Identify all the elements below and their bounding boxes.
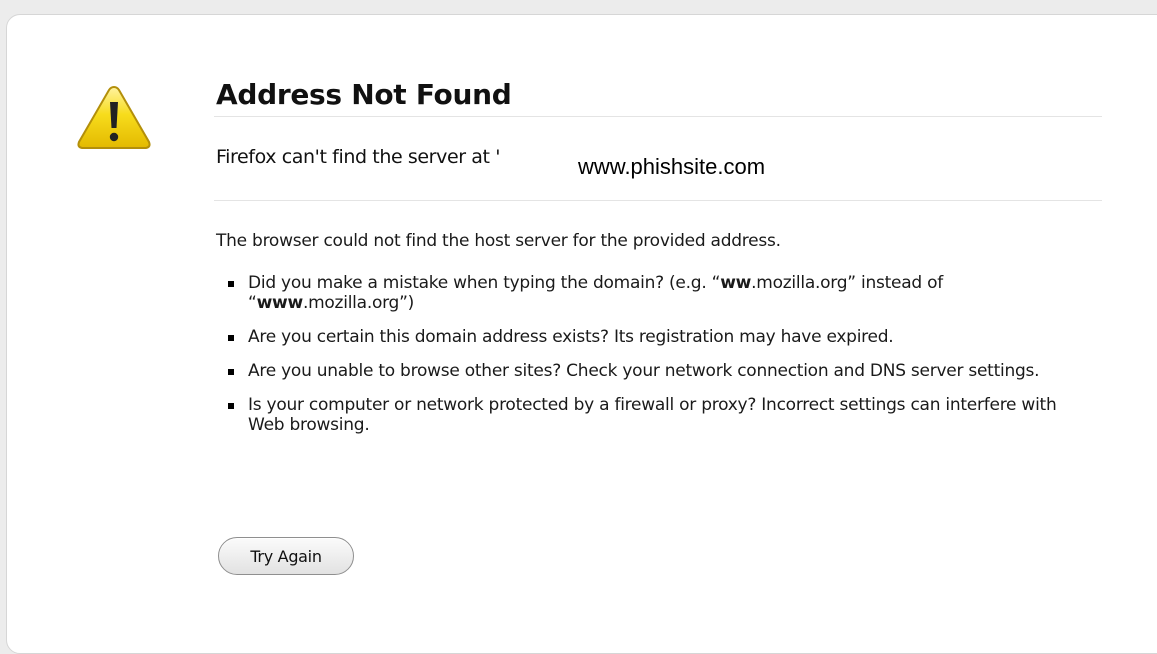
hint-bold-part: ww (720, 273, 752, 293)
hint-text: Are you certain this domain address exis… (248, 327, 894, 347)
list-item: Are you unable to browse other sites? Ch… (216, 361, 1096, 381)
title-divider (214, 116, 1102, 117)
try-again-button[interactable]: Try Again (218, 537, 354, 575)
hint-text-part: .mozilla.org”) (302, 293, 415, 313)
error-title: Address Not Found (216, 78, 512, 111)
warning-icon (77, 85, 151, 149)
list-item: Are you certain this domain address exis… (216, 327, 1096, 347)
bullet-icon (228, 281, 234, 287)
bullet-icon (228, 403, 234, 409)
error-long-description: The browser could not find the host serv… (216, 231, 1096, 449)
short-description-text: Firefox can't find the server at (216, 146, 490, 168)
hint-text: Are you unable to browse other sites? Ch… (248, 361, 1040, 381)
hint-text: Is your computer or network protected by… (248, 395, 1057, 435)
list-item: Did you make a mistake when typing the d… (216, 273, 1096, 313)
server-url: www.phishsite.com (578, 154, 766, 179)
description-divider (214, 200, 1102, 201)
intro-text: The browser could not find the host serv… (216, 231, 781, 251)
list-item: Is your computer or network protected by… (216, 395, 1096, 435)
bullet-icon (228, 335, 234, 341)
hint-list: Did you make a mistake when typing the d… (216, 273, 1096, 435)
hint-text-part: Did you make a mistake when typing the d… (248, 273, 721, 293)
short-description-stub: ' (495, 146, 501, 168)
bullet-icon (228, 369, 234, 375)
hint-bold-part: www (256, 293, 304, 313)
error-short-description: Firefox can't find the server at ' (216, 146, 500, 168)
